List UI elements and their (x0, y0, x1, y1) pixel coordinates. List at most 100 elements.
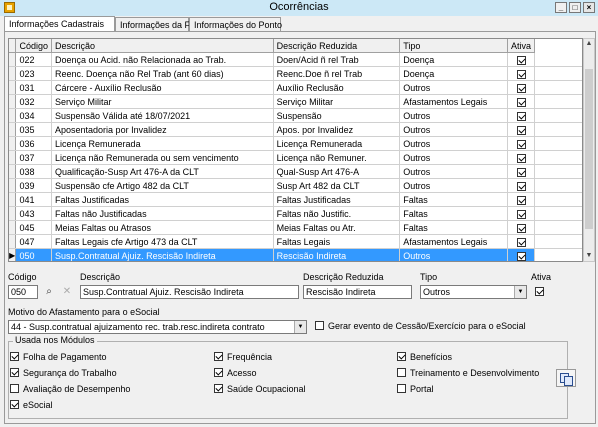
grid-filler (534, 192, 582, 207)
ativa-checkbox[interactable] (516, 237, 526, 247)
scroll-thumb[interactable] (585, 69, 593, 229)
modulo-option[interactable]: Benefícios (397, 352, 452, 363)
ocorrencias-table: Código Descrição Descrição Reduzida Tipo… (9, 39, 582, 261)
scroll-up-icon[interactable]: ▲ (584, 39, 594, 49)
col-header-codigo[interactable]: Código (15, 39, 53, 53)
ativa-checkbox[interactable] (516, 251, 526, 261)
chevron-down-icon[interactable]: ▼ (514, 286, 526, 298)
tab-informacoes-folha[interactable]: Informações da Folha (115, 17, 207, 31)
table-row[interactable]: 039 Suspensão cfe Artigo 482 da CLT Susp A… (9, 178, 582, 193)
table-row[interactable]: 037 Licença não Remunerada ou sem vencime… (9, 150, 582, 165)
col-header-ativa[interactable]: Ativa (507, 39, 536, 53)
modulo-option[interactable]: Frequência (214, 352, 272, 363)
modulo-option[interactable]: Treinamento e Desenvolvimento (397, 368, 539, 379)
modulo-option[interactable]: Avaliação de Desempenho (10, 384, 130, 395)
table-row[interactable]: 043 Faltas não Justificadas Faltas não Jus… (9, 206, 582, 221)
cell-ativa (507, 122, 536, 137)
cell-tipo: Afastamentos Legais (399, 94, 508, 109)
table-row[interactable]: ▶ 050 Susp.Contratual Ajuiz. Rescisão Indi… (9, 248, 582, 261)
table-row[interactable]: 031 Cárcere - Auxílio Reclusão Auxílio Rec… (9, 80, 582, 95)
scroll-down-icon[interactable]: ▼ (584, 251, 594, 261)
descricao-reduzida-field[interactable]: Rescisão Indireta (303, 285, 412, 299)
descricao-field[interactable]: Susp.Contratual Ajuiz. Rescisão Indireta (80, 285, 299, 299)
cell-tipo: Outros (399, 150, 508, 165)
clear-icon[interactable]: ✕ (60, 285, 74, 299)
ativa-checkbox[interactable] (516, 83, 526, 93)
modulo-checkbox[interactable] (10, 352, 19, 361)
ativa-checkbox[interactable] (516, 209, 526, 219)
table-row[interactable]: 023 Reenc. Doença não Rel Trab (ant 60 di… (9, 66, 582, 81)
tipo-select[interactable]: Outros ▼ (420, 285, 527, 299)
cell-ativa (507, 52, 536, 67)
modulo-option[interactable]: Saúde Ocupacional (214, 384, 306, 395)
row-indicator (9, 206, 17, 221)
table-row[interactable]: 034 Suspensão Válida até 18/07/2021 Suspen… (9, 108, 582, 123)
ativa-checkbox[interactable] (516, 69, 526, 79)
close-button[interactable]: × (583, 2, 595, 13)
col-header-tipo[interactable]: Tipo (399, 39, 508, 53)
cessao-option[interactable]: Gerar evento de Cessão/Exercício para o … (315, 321, 526, 332)
modulo-option[interactable]: Folha de Pagamento (10, 352, 107, 363)
maximize-button[interactable]: □ (569, 2, 581, 13)
table-row[interactable]: 038 Qualificação-Susp Art 476-A da CLT Qua… (9, 164, 582, 179)
modulo-checkbox[interactable] (10, 400, 19, 409)
grid-filler (534, 234, 582, 249)
motivo-select[interactable]: 44 - Susp.contratual ajuizamento rec. tr… (8, 320, 307, 334)
cessao-checkbox[interactable] (315, 321, 324, 330)
grid-filler (534, 122, 582, 137)
cell-descricao: Serviço Militar (51, 94, 274, 109)
tab-informacoes-ponto[interactable]: Informações do Ponto (189, 17, 282, 31)
table-row[interactable]: 041 Faltas Justificadas Faltas Justificada… (9, 192, 582, 207)
table-row[interactable]: 036 Licença Remunerada Licença Remunerada O… (9, 136, 582, 151)
ativa-checkbox[interactable] (516, 139, 526, 149)
ativa-checkbox[interactable] (516, 153, 526, 163)
modulo-option[interactable]: Portal (397, 384, 434, 395)
modulo-checkbox[interactable] (397, 368, 406, 377)
codigo-field[interactable]: 050 (8, 285, 38, 299)
table-row[interactable]: 045 Meias Faltas ou Atrasos Meias Faltas o… (9, 220, 582, 235)
modulo-option[interactable]: Segurança do Trabalho (10, 368, 117, 379)
modulo-checkbox[interactable] (214, 352, 223, 361)
table-row[interactable]: 047 Faltas Legais cfe Artigo 473 da CLT Fa… (9, 234, 582, 249)
table-row[interactable]: 035 Aposentadoria por Invalidez Apos. por … (9, 122, 582, 137)
ativa-checkbox[interactable] (516, 111, 526, 121)
table-row[interactable]: 022 Doença ou Acid. não Relacionada ao Tr… (9, 52, 582, 67)
ativa-checkbox[interactable] (516, 181, 526, 191)
chevron-down-icon[interactable]: ▼ (294, 321, 306, 333)
cell-ativa (507, 234, 536, 249)
ativa-checkbox[interactable] (516, 125, 526, 135)
codigo-label: Código (8, 272, 37, 282)
ativa-checkbox[interactable] (516, 55, 526, 65)
grid-vertical-scrollbar[interactable]: ▲ ▼ (583, 38, 595, 262)
col-header-descricao[interactable]: Descrição (51, 39, 274, 53)
row-indicator (9, 178, 17, 193)
cell-descricao: Suspensão Válida até 18/07/2021 (51, 108, 274, 123)
modulo-checkbox[interactable] (10, 384, 19, 393)
modulo-checkbox[interactable] (214, 384, 223, 393)
cell-codigo: 050 (15, 248, 53, 261)
col-header-descricao-reduzida[interactable]: Descrição Reduzida (273, 39, 401, 53)
modulo-checkbox[interactable] (10, 368, 19, 377)
ativa-checkbox[interactable] (516, 223, 526, 233)
search-user-icon[interactable]: ⌕ (42, 285, 56, 299)
cell-descricao-reduzida: Faltas Justificadas (273, 192, 401, 207)
modulo-label: Segurança do Trabalho (23, 368, 117, 378)
modulo-option[interactable]: eSocial (10, 400, 53, 411)
cell-descricao: Licença Remunerada (51, 136, 274, 151)
ocorrencias-grid[interactable]: Código Descrição Descrição Reduzida Tipo… (8, 38, 583, 262)
table-row[interactable]: 032 Serviço Militar Serviço Militar Afastam… (9, 94, 582, 109)
modulo-checkbox[interactable] (397, 352, 406, 361)
modulo-checkbox[interactable] (397, 384, 406, 393)
ativa-checkbox[interactable] (516, 167, 526, 177)
modulo-option[interactable]: Acesso (214, 368, 257, 379)
ativa-checkbox[interactable] (535, 287, 544, 296)
cell-descricao: Suspensão cfe Artigo 482 da CLT (51, 178, 274, 193)
modulos-title: Usada nos Módulos (13, 335, 97, 345)
tab-informacoes-cadastrais[interactable]: Informações Cadastrais (4, 16, 115, 32)
ativa-checkbox[interactable] (516, 97, 526, 107)
row-indicator (9, 94, 17, 109)
ativa-checkbox[interactable] (516, 195, 526, 205)
copy-button[interactable] (556, 369, 576, 387)
minimize-button[interactable]: _ (555, 2, 567, 13)
modulo-checkbox[interactable] (214, 368, 223, 377)
